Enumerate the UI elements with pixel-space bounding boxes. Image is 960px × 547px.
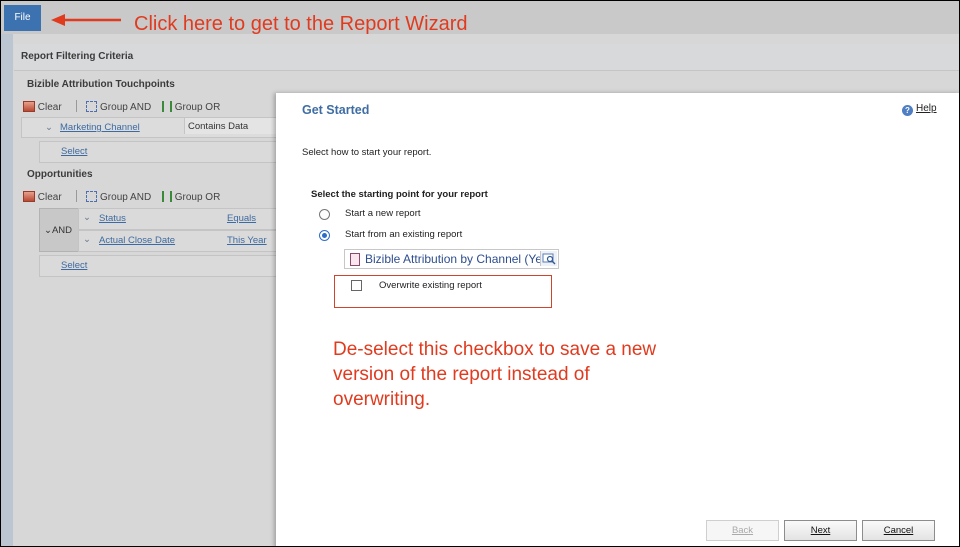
new-report-label[interactable]: Start a new report — [345, 208, 421, 219]
marketing-channel-field[interactable]: Marketing Channel — [60, 122, 140, 133]
lookup-button[interactable] — [540, 251, 557, 266]
criteria-title: Report Filtering Criteria — [21, 51, 134, 62]
group-or-button[interactable]: Group OR — [161, 101, 220, 113]
group-or-button[interactable]: Group OR — [161, 191, 220, 203]
chevron-down-icon: ⌄ — [44, 225, 52, 236]
opportunities-section-title: Opportunities — [27, 169, 93, 180]
get-started-dialog: Get Started ? Help Select how to start y… — [276, 93, 959, 546]
operator-contains-data[interactable]: Contains Data — [188, 121, 248, 132]
select-link[interactable]: Select — [61, 146, 87, 157]
new-report-radio[interactable] — [319, 209, 330, 220]
toolbar-divider — [76, 190, 78, 202]
group-and-icon — [86, 101, 98, 112]
touchpoints-section-title: Bizible Attribution Touchpoints — [27, 79, 175, 90]
report-icon — [350, 253, 360, 266]
eraser-icon — [23, 191, 35, 202]
window: File Click here to get to the Report Wiz… — [0, 0, 960, 547]
left-edge-strip — [1, 1, 13, 546]
existing-report-lookup[interactable]: Bizible Attribution by Channel (Ye — [344, 249, 559, 269]
overwrite-label[interactable]: Overwrite existing report — [379, 280, 482, 291]
help-link[interactable]: Help — [916, 103, 937, 114]
criteria-header-band — [14, 44, 959, 71]
chevron-down-icon[interactable]: ⌄ — [83, 234, 91, 245]
clear-button[interactable]: Clear — [23, 101, 62, 113]
clear-button[interactable]: Clear — [23, 191, 62, 203]
existing-report-label[interactable]: Start from an existing report — [345, 229, 462, 240]
opportunities-toolbar: Clear Group AND Group OR — [23, 190, 220, 203]
status-operator[interactable]: Equals — [227, 213, 256, 224]
existing-report-value: Bizible Attribution by Channel (Ye — [365, 252, 542, 266]
close-date-operator[interactable]: This Year — [227, 235, 267, 246]
cancel-button[interactable]: Cancel — [862, 520, 935, 541]
starting-point-heading: Select the starting point for your repor… — [311, 189, 488, 200]
eraser-icon — [23, 101, 35, 112]
file-button[interactable]: File — [4, 5, 41, 31]
deselect-note: De-select this checkbox to save a new ve… — [333, 339, 657, 410]
group-and-button[interactable]: Group AND — [86, 191, 151, 203]
help-icon[interactable]: ? — [902, 105, 913, 116]
toolbar-divider — [76, 100, 78, 112]
group-and-icon — [86, 191, 98, 202]
existing-report-radio[interactable] — [319, 230, 330, 241]
back-button[interactable]: Back — [706, 520, 779, 541]
chevron-down-icon[interactable]: ⌄ — [45, 122, 53, 133]
status-field[interactable]: Status — [99, 213, 126, 224]
next-button[interactable]: Next — [784, 520, 857, 541]
group-or-icon — [161, 101, 172, 112]
dialog-instruction: Select how to start your report. — [302, 147, 432, 158]
select-link[interactable]: Select — [61, 260, 87, 271]
actual-close-date-field[interactable]: Actual Close Date — [99, 235, 175, 246]
overwrite-checkbox[interactable] — [351, 280, 362, 291]
group-and-button[interactable]: Group AND — [86, 101, 151, 113]
arrow-left-icon — [51, 14, 121, 26]
group-or-icon — [161, 191, 172, 202]
and-group[interactable]: ⌄AND — [44, 225, 72, 236]
dialog-title: Get Started — [302, 103, 370, 117]
chevron-down-icon[interactable]: ⌄ — [83, 212, 91, 223]
lookup-search-icon — [542, 253, 556, 265]
touchpoints-toolbar: Clear Group AND Group OR — [23, 100, 220, 113]
wizard-callout: Click here to get to the Report Wizard — [134, 13, 468, 35]
